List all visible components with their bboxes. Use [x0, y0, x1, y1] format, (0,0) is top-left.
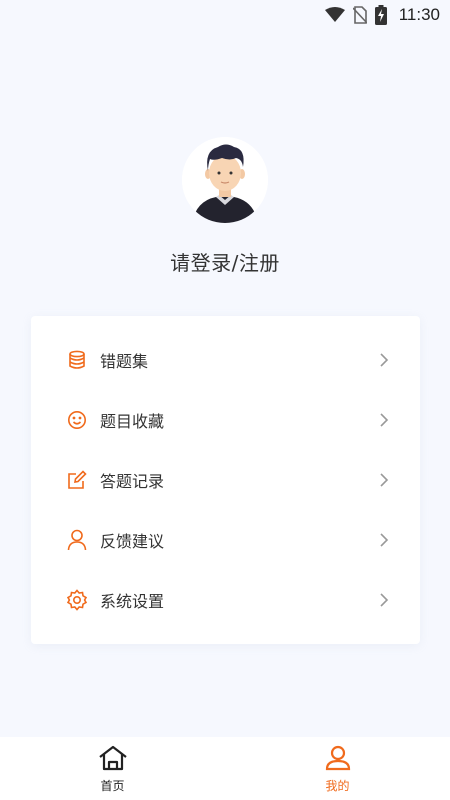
- menu-item-favorites[interactable]: 题目收藏: [31, 390, 420, 450]
- chevron-right-icon: [378, 532, 390, 548]
- edit-icon: [66, 469, 88, 491]
- database-icon: [66, 349, 88, 371]
- chevron-right-icon: [378, 352, 390, 368]
- status-time: 11:30: [398, 5, 440, 24]
- tab-label: 首页: [100, 779, 125, 793]
- bottom-tab-bar: 首页 我的: [0, 737, 450, 800]
- menu-item-feedback[interactable]: 反馈建议: [31, 510, 420, 570]
- no-sim-icon: [352, 6, 367, 24]
- tab-home[interactable]: 首页: [0, 737, 225, 800]
- smile-icon: [66, 409, 88, 431]
- menu-item-settings[interactable]: 系统设置: [31, 570, 420, 630]
- avatar[interactable]: [182, 137, 268, 223]
- home-icon: [98, 745, 128, 775]
- menu-card: 错题集 题目收藏 答题记录 反馈建议 系统设置: [31, 316, 420, 644]
- settings-icon: [66, 589, 88, 611]
- wifi-icon: [324, 7, 345, 23]
- login-register-link[interactable]: 请登录/注册: [170, 247, 280, 276]
- tab-label: 我的: [325, 779, 350, 793]
- menu-item-wrong-questions[interactable]: 错题集: [31, 330, 420, 390]
- menu-item-label: 答题记录: [100, 472, 165, 491]
- chevron-right-icon: [378, 592, 390, 608]
- menu-item-label: 系统设置: [100, 592, 165, 611]
- tab-mine[interactable]: 我的: [225, 737, 450, 800]
- chevron-right-icon: [378, 412, 390, 428]
- status-bar: 11:30: [0, 0, 450, 30]
- user-icon: [324, 745, 352, 775]
- menu-item-label: 错题集: [100, 352, 149, 371]
- user-icon: [66, 529, 88, 551]
- profile-header: 请登录/注册: [0, 137, 450, 276]
- chevron-right-icon: [378, 472, 390, 488]
- battery-charging-icon: [374, 5, 387, 25]
- menu-item-label: 题目收藏: [100, 412, 165, 431]
- menu-item-label: 反馈建议: [100, 532, 165, 551]
- menu-item-answer-records[interactable]: 答题记录: [31, 450, 420, 510]
